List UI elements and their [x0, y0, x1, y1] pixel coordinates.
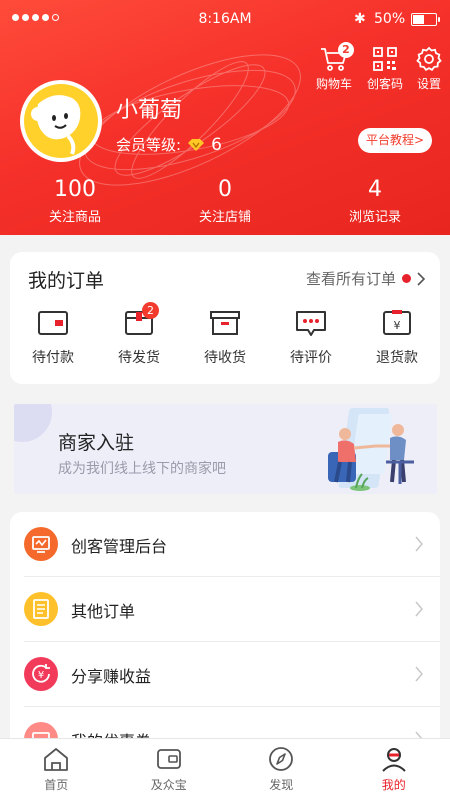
compass-icon — [269, 747, 294, 771]
order-label: 待收货 — [204, 350, 246, 366]
handshake-illustration-icon — [328, 408, 414, 491]
tab-mine[interactable]: 我的 — [338, 739, 450, 800]
menu-item-label: 创客管理后台 — [71, 537, 168, 556]
avatar[interactable] — [20, 80, 102, 162]
cart-label: 购物车 — [315, 77, 352, 91]
wallet-icon — [38, 311, 68, 335]
username: 小葡萄 — [116, 98, 183, 123]
tab-label: 首页 — [44, 778, 69, 792]
tab-discover[interactable]: 发现 — [225, 739, 338, 800]
tab-home[interactable]: 首页 — [0, 739, 113, 800]
stat-value: 4 — [368, 177, 382, 202]
cart-button[interactable]: 2 购物车 — [306, 42, 362, 92]
member-level-label: 会员等级: — [116, 136, 182, 154]
svg-text:¥: ¥ — [394, 319, 401, 332]
stat-label: 关注商品 — [48, 210, 101, 225]
profile-header: 8:16AM ✱ 50% 2 购物车 创客码 设置 小葡萄 会员等级: 6 平台… — [0, 0, 450, 235]
order-badge: 2 — [142, 302, 159, 319]
merchant-join-banner[interactable]: 商家入驻 成为我们线上线下的商家吧 — [14, 404, 437, 494]
avatar-character-icon — [31, 95, 81, 155]
order-refund[interactable]: ¥ 退货款 — [354, 308, 440, 367]
settings-button[interactable]: 设置 — [401, 46, 450, 92]
menu-item-label: 分享赚收益 — [71, 667, 152, 686]
menu-list: 创客管理后台 其他订单 ¥ 分享赚收益 我的优惠券 — [10, 512, 440, 752]
menu-item-other-orders[interactable]: 其他订单 — [10, 577, 440, 642]
chevron-right-icon — [417, 271, 426, 286]
orders-title: 我的订单 — [28, 270, 105, 292]
stat-browse-history[interactable]: 4 浏览记录 — [300, 176, 450, 225]
diamond-icon — [188, 138, 205, 151]
member-level: 会员等级: 6 — [116, 134, 222, 155]
tab-label: 及众宝 — [150, 778, 187, 792]
order-label: 待付款 — [32, 350, 74, 366]
tab-wallet[interactable]: 及众宝 — [113, 739, 226, 800]
stat-followed-shops[interactable]: 0 关注店铺 — [150, 176, 300, 225]
member-level-value: 6 — [211, 134, 222, 155]
order-pending-payment[interactable]: 待付款 — [10, 308, 96, 367]
list-icon — [24, 592, 58, 626]
menu-item-share-earn[interactable]: ¥ 分享赚收益 — [10, 642, 440, 707]
wallet-icon — [156, 749, 181, 769]
refund-icon: ¥ — [383, 310, 411, 335]
merchant-title: 商家入驻 — [58, 432, 135, 454]
view-all-orders-label: 查看所有订单 — [305, 270, 396, 288]
chevron-right-icon — [415, 601, 423, 617]
home-icon — [44, 748, 69, 771]
box-icon — [210, 311, 240, 335]
svg-text:¥: ¥ — [38, 670, 44, 681]
menu-item-maker-admin[interactable]: 创客管理后台 — [10, 512, 440, 577]
notification-dot — [402, 274, 411, 283]
view-all-orders-link[interactable]: 查看所有订单 — [306, 268, 426, 289]
order-label: 待评价 — [290, 350, 332, 366]
status-bar: 8:16AM ✱ 50% — [0, 0, 450, 38]
order-pending-receipt[interactable]: 待收货 — [182, 308, 268, 367]
chevron-right-icon — [415, 536, 423, 552]
qr-code-icon — [373, 47, 397, 71]
gear-icon — [416, 46, 442, 71]
stat-value: 100 — [54, 177, 96, 202]
stat-label: 关注店铺 — [198, 210, 251, 225]
merchant-subtitle: 成为我们线上线下的商家吧 — [58, 461, 226, 477]
order-pending-review[interactable]: 待评价 — [268, 308, 354, 367]
stat-label: 浏览记录 — [348, 210, 401, 225]
stat-value: 0 — [218, 177, 232, 202]
my-orders-card: 我的订单 查看所有订单 待付款 2 待发货 待收货 待评价 ¥ 退货款 — [10, 252, 440, 384]
battery-percent: 50% — [374, 11, 406, 27]
bottom-tab-bar: 首页 及众宝 发现 我的 — [0, 738, 450, 800]
chevron-right-icon — [415, 666, 423, 682]
order-label: 退货款 — [376, 350, 418, 366]
order-pending-shipment[interactable]: 2 待发货 — [96, 302, 182, 367]
platform-tutorial-button[interactable]: 平台教程> — [358, 128, 433, 153]
tab-label: 我的 — [381, 778, 406, 792]
order-label: 待发货 — [118, 350, 160, 366]
bluetooth-icon: ✱ — [354, 11, 366, 27]
comment-icon — [296, 311, 326, 336]
settings-label: 设置 — [416, 77, 441, 91]
tab-label: 发现 — [269, 778, 294, 792]
stat-followed-products[interactable]: 100 关注商品 — [0, 176, 150, 225]
cart-badge: 2 — [338, 42, 354, 58]
menu-item-label: 其他订单 — [71, 602, 136, 621]
profile-icon — [382, 748, 406, 772]
share-earn-icon: ¥ — [24, 657, 58, 691]
dashboard-icon — [24, 527, 58, 561]
battery-icon — [411, 13, 440, 26]
